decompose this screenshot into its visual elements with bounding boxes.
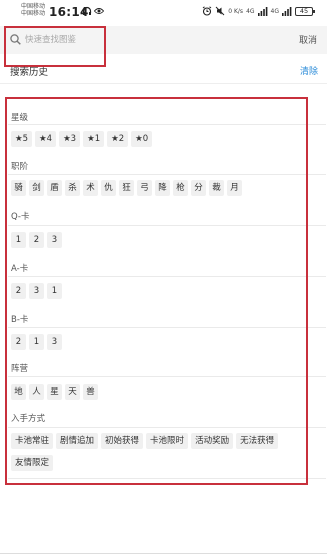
status-bar: 中国移动 中国移动 16:14 0 K/s 4G 4G 45 — [0, 0, 327, 22]
bottom-divider — [0, 553, 327, 554]
status-right: 0 K/s 4G 4G 45 — [202, 5, 315, 17]
headset-icon — [82, 6, 92, 15]
divider — [0, 83, 327, 84]
signal-icon — [257, 6, 267, 16]
signal-icon-2 — [282, 6, 292, 16]
battery-icon: 45 — [295, 6, 315, 16]
alarm-icon — [202, 6, 212, 16]
carrier-info: 中国移动 中国移动 — [21, 3, 45, 17]
carrier-2: 中国移动 — [21, 10, 46, 17]
mute-icon — [215, 6, 225, 16]
filter-highlight-box — [5, 97, 308, 485]
eye-icon — [94, 8, 104, 14]
net-type-2: 4G — [270, 7, 279, 15]
search-highlight-box — [4, 26, 106, 67]
search-history-title: 搜索历史 — [10, 67, 49, 78]
net-type-1: 4G — [246, 7, 255, 15]
cancel-button[interactable]: 取消 — [299, 33, 317, 46]
clear-history-button[interactable]: 清除 — [300, 64, 318, 77]
network-speed: 0 K/s — [228, 7, 244, 15]
carrier-1: 中国移动 — [21, 3, 46, 10]
